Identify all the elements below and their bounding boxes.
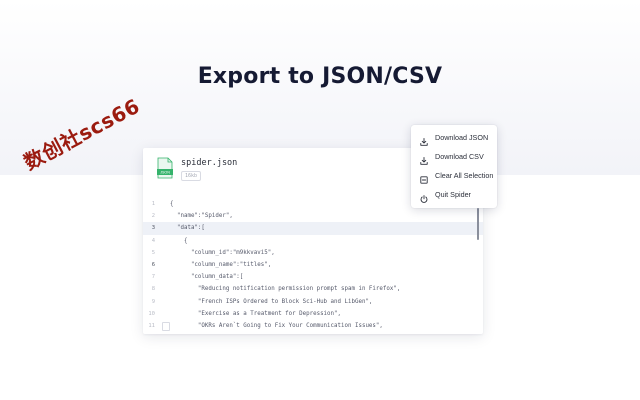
line-number: 3: [151, 225, 155, 232]
code-text: {: [170, 201, 174, 207]
code-text: "data":[: [170, 225, 205, 232]
menu-item-label: Download CSV: [435, 152, 484, 161]
line-number: 5: [151, 249, 155, 256]
code-text: "Reducing notification permission prompt…: [170, 286, 401, 293]
power-icon: [420, 190, 428, 203]
scrollbar[interactable]: [477, 208, 479, 240]
code-line: 9 "French ISPs Ordered to Block Sci-Hub …: [143, 296, 483, 308]
code-line: 3 "data":[: [143, 222, 483, 235]
line-number: 4: [151, 237, 155, 244]
code-line: 10 "Exercise as a Treatment for Depressi…: [143, 308, 483, 320]
line-number: 7: [151, 274, 155, 281]
line-number: 6: [151, 261, 155, 268]
code-text: "column_name":"titles",: [170, 261, 272, 268]
code-line: 2 "name":"Spider",: [143, 210, 483, 222]
file-name: spider.json: [181, 158, 238, 168]
svg-text:JSON: JSON: [160, 171, 170, 175]
file-size-badge: 16kb: [181, 171, 202, 181]
fold-marker-icon[interactable]: [162, 321, 170, 331]
line-number: 11: [148, 322, 155, 329]
line-number: 1: [151, 201, 155, 207]
code-text: "column_id":"m9kkvavi5",: [170, 249, 275, 256]
clear-selection-icon: [420, 171, 428, 184]
menu-item-download-csv[interactable]: Download CSV: [411, 147, 497, 166]
line-number: 9: [151, 298, 155, 305]
code-text: "Exercise as a Treatment for Depression"…: [170, 310, 342, 317]
code-line: 8 "Reducing notification permission prom…: [143, 283, 483, 295]
code-text: "column_data":[: [170, 274, 244, 281]
code-line: 11 "OKRs Aren`t Going to Fix Your Commun…: [143, 320, 483, 332]
page-title: Export to JSON/CSV: [197, 64, 443, 89]
code-text: "name":"Spider",: [170, 213, 233, 220]
menu-item-quit-spider[interactable]: Quit Spider: [411, 185, 497, 204]
code-line: 4 {: [143, 235, 483, 247]
menu-item-label: Quit Spider: [435, 190, 471, 199]
code-text: "OKRs Aren`t Going to Fix Your Communica…: [170, 322, 383, 329]
line-number: 10: [148, 310, 155, 317]
download-icon: [420, 152, 428, 165]
line-number: 8: [151, 286, 155, 293]
download-icon: [420, 133, 428, 146]
menu-item-label: Download JSON: [435, 133, 489, 142]
export-menu: Download JSON Download CSV Clear All Selec…: [411, 125, 497, 208]
code-viewer[interactable]: 1{2 "name":"Spider", 3 "data":[4 {5 "colu…: [143, 198, 483, 332]
menu-item-label: Clear All Selection: [435, 171, 494, 180]
line-number: 2: [151, 213, 155, 220]
code-line: 6 "column_name":"titles",: [143, 259, 483, 271]
code-text: "French ISPs Ordered to Block Sci-Hub an…: [170, 298, 373, 305]
menu-item-clear-all-selection[interactable]: Clear All Selection: [411, 166, 497, 185]
menu-item-download-json[interactable]: Download JSON: [411, 128, 497, 147]
code-line: 7 "column_data":[: [143, 271, 483, 283]
code-line: 5 "column_id":"m9kkvavi5",: [143, 247, 483, 259]
code-text: {: [170, 237, 188, 244]
json-file-icon: JSON: [157, 157, 173, 179]
